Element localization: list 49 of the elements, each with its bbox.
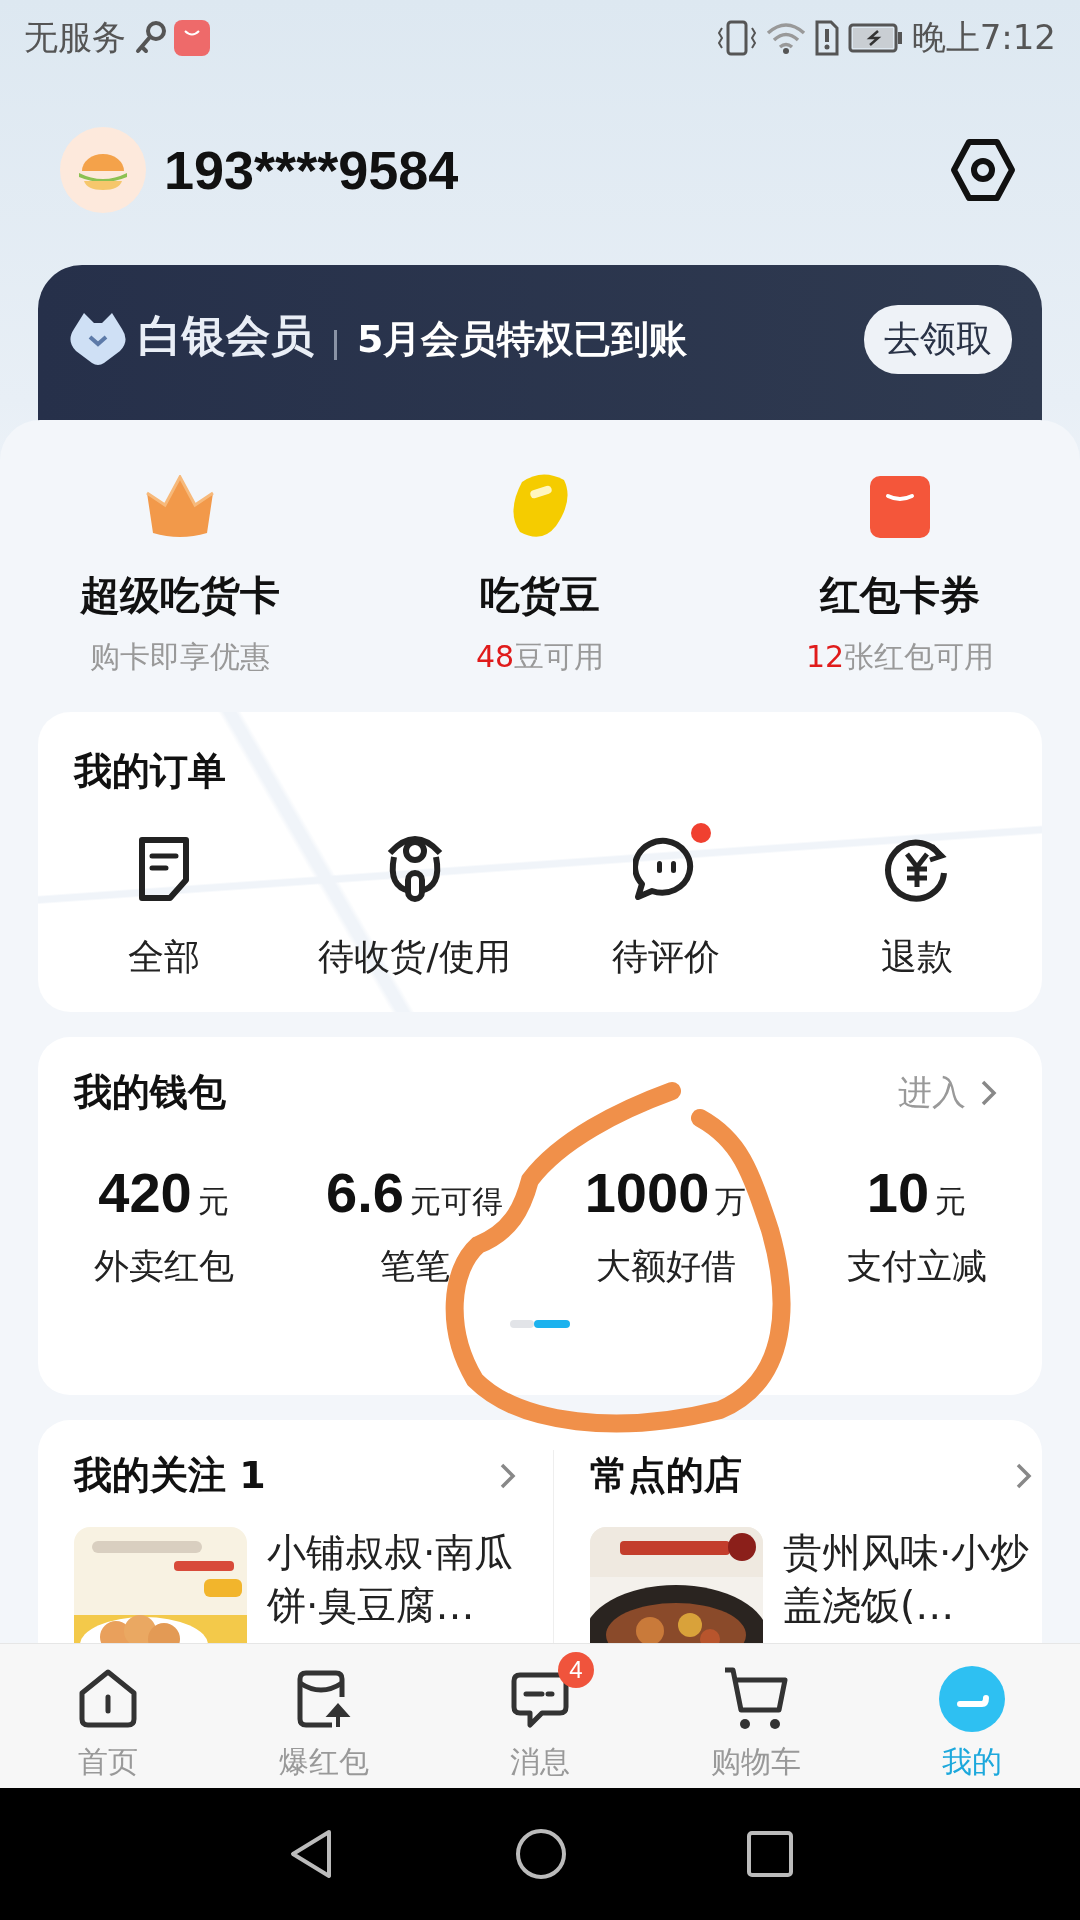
benefit-subtitle: 购卡即享优惠 — [90, 638, 270, 676]
chevron-right-icon[interactable] — [980, 1078, 998, 1107]
wallet-amount: 6.6 — [326, 1160, 404, 1225]
profile-icon — [938, 1666, 1006, 1732]
home-icon[interactable] — [515, 1828, 567, 1880]
order-item[interactable]: 待评价 — [540, 817, 791, 982]
settings-icon[interactable] — [950, 137, 1016, 203]
phone-number: 193****9584 — [164, 139, 459, 201]
store-name[interactable]: 小铺叔叔·南瓜饼·臭豆腐… — [267, 1527, 517, 1643]
envelope-icon — [870, 476, 930, 538]
chevron-right-icon[interactable] — [499, 1461, 517, 1490]
benefit-title[interactable]: 超级吃货卡 — [80, 568, 280, 623]
recents-icon[interactable] — [747, 1831, 793, 1877]
wallet-label[interactable]: 大额好借 — [595, 1243, 736, 1290]
app-store-icon — [174, 19, 210, 56]
sim-alert-icon — [813, 19, 840, 56]
wallet-amount: 10 — [866, 1160, 930, 1225]
clock-text: 晚上7:12 — [911, 15, 1056, 59]
benefit-subtitle: 48豆可用 — [475, 638, 605, 676]
wallet-amount: 420 — [98, 1160, 192, 1225]
wallet-label[interactable]: 支付立减 — [846, 1243, 987, 1290]
member-level: 白银会员 — [138, 309, 314, 363]
unread-count: 4 — [558, 1652, 594, 1688]
wallet-label[interactable]: 笔笔 — [379, 1243, 450, 1290]
section-title: 常点的店 — [590, 1452, 742, 1499]
battery-icon — [847, 22, 904, 53]
wallet-label[interactable]: 外卖红包 — [93, 1243, 234, 1290]
amount-unit: 元可得 — [409, 1182, 503, 1221]
benefit-title[interactable]: 吃货豆 — [480, 568, 600, 623]
order-item[interactable]: 退款 — [791, 817, 1042, 982]
wallet-amount: 1000 — [584, 1160, 710, 1225]
store-name[interactable]: 贵州风味·小炒盖浇饭(… — [783, 1527, 1033, 1643]
amount-unit: 元 — [197, 1182, 229, 1221]
section-title: 我的关注 1 — [74, 1452, 266, 1499]
section-title: 我的钱包 — [72, 1069, 226, 1116]
wifi-icon — [765, 20, 806, 55]
member-message: 5月会员特权已到账 — [357, 316, 688, 363]
order-item[interactable]: 待收货/使用 — [289, 817, 540, 982]
benefit-subtitle: 12张红包可用 — [805, 638, 995, 676]
vibrate-icon — [715, 19, 758, 56]
key-icon — [134, 20, 166, 55]
order-item[interactable]: 全部 — [38, 817, 289, 982]
section-title: 我的订单 — [72, 748, 227, 795]
carrier-text: 无服务 — [24, 15, 126, 59]
claim-button[interactable]: 去领取 — [864, 305, 1012, 374]
benefit-title[interactable]: 红包卡券 — [820, 568, 980, 623]
amount-unit: 元 — [935, 1182, 967, 1221]
chevron-right-icon[interactable] — [1015, 1461, 1033, 1490]
amount-unit: 万 — [715, 1182, 747, 1221]
